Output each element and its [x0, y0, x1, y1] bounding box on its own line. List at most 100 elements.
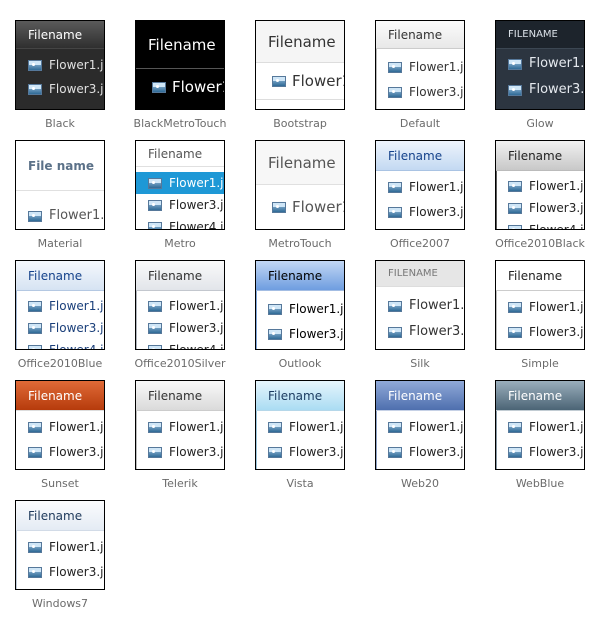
- file-row[interactable]: Flower3.jpg: [256, 322, 344, 347]
- column-header-filename[interactable]: Filename: [256, 261, 344, 291]
- image-file-icon: [148, 301, 162, 312]
- column-header-filename[interactable]: Filename: [256, 141, 344, 185]
- file-row[interactable]: Flower1.jpg: [496, 175, 584, 197]
- skin-thumbnail-office2010blue[interactable]: Filename Flower1.jpg Flower3.jpg Flower4.jp…: [15, 260, 105, 350]
- file-row[interactable]: Flower1.jpg: [256, 415, 344, 440]
- file-row[interactable]: Flower3.jpg: [376, 200, 464, 225]
- column-header-filename[interactable]: Filename: [16, 501, 104, 531]
- file-row[interactable]: Flower1.jpg: [376, 175, 464, 200]
- file-row[interactable]: Flower3.jpg: [16, 560, 104, 585]
- skin-thumbnail-silk[interactable]: FILENAME Flower1.jpg Flower3.jpg: [375, 260, 465, 350]
- skin-thumbnail-black[interactable]: Filename Flower1.jpg Flower3.jpg: [15, 20, 105, 110]
- skin-thumbnail-windows7[interactable]: Filename Flower1.jpg Flower3.jpg: [15, 500, 105, 590]
- file-row[interactable]: Flower1.jpg: [256, 297, 344, 322]
- file-row[interactable]: Flower1.jpg: [376, 293, 464, 319]
- file-row[interactable]: Flower4.jpg: [136, 339, 224, 349]
- column-header-label: Filename: [268, 33, 336, 51]
- file-row[interactable]: Flower3.jpg: [496, 440, 584, 465]
- column-header-filename[interactable]: Filename: [376, 141, 464, 171]
- skin-cell-sunset: FilenameFlower1.jpgFlower3.jpgSunset: [0, 360, 120, 490]
- column-header-filename[interactable]: Filename: [136, 261, 224, 291]
- column-header-filename[interactable]: Filename: [256, 381, 344, 411]
- column-header-filename[interactable]: Filename: [496, 381, 584, 411]
- column-header-filename[interactable]: Filename: [136, 381, 224, 411]
- skin-thumbnail-vista[interactable]: Filename Flower1.jpg Flower3.jpg: [255, 380, 345, 470]
- file-row[interactable]: Flower1.jpg: [136, 295, 224, 317]
- skin-thumbnail-blackmetrotouch[interactable]: Filename Flower1.jpg: [135, 20, 225, 110]
- file-row[interactable]: Flower3.jpg: [496, 77, 584, 103]
- file-row[interactable]: Flower1.jpg: [256, 193, 344, 221]
- skin-thumbnail-office2010black[interactable]: Filename Flower1.jpg Flower3.jpg Flower4.jp…: [495, 140, 585, 230]
- skin-thumbnail-glow[interactable]: FILENAME Flower1.jpg Flower3.jpg: [495, 20, 585, 110]
- file-row[interactable]: Flower1.jpg: [16, 53, 104, 77]
- file-row[interactable]: Flower3.jpg: [376, 80, 464, 105]
- file-row[interactable]: Flower1.jpg: [376, 415, 464, 440]
- file-row[interactable]: Flower4.jpg: [136, 216, 224, 229]
- image-file-icon: [28, 323, 42, 334]
- file-row[interactable]: Flower3.jpg: [16, 317, 104, 339]
- file-row[interactable]: Flower1.jpg: [136, 73, 224, 101]
- column-header-filename[interactable]: Filename: [496, 141, 584, 171]
- column-header-filename[interactable]: Filename: [16, 261, 104, 291]
- file-row[interactable]: Flower1.jpg: [16, 295, 104, 317]
- file-row[interactable]: Flower1.jpg: [16, 203, 104, 229]
- file-row[interactable]: Flower3.jpg: [376, 440, 464, 465]
- skin-thumbnail-office2010silver[interactable]: Filename Flower1.jpg Flower3.jpg Flower4.jp…: [135, 260, 225, 350]
- image-file-icon: [388, 301, 402, 312]
- file-row[interactable]: Flower3.jpg: [136, 194, 224, 216]
- file-name: Flower3.jpg: [49, 445, 104, 459]
- column-header-filename[interactable]: Filename: [376, 381, 464, 411]
- file-row[interactable]: Flower1.jpg: [256, 67, 344, 95]
- skin-thumbnail-telerik[interactable]: Filename Flower1.jpg Flower3.jpg: [135, 380, 225, 470]
- file-row[interactable]: Flower1.jpg: [496, 51, 584, 77]
- file-list: Flower1.jpg Flower3.jpg: [376, 55, 464, 105]
- column-header-filename[interactable]: Filename: [376, 21, 464, 49]
- column-header-filename[interactable]: Filename: [16, 21, 104, 49]
- column-header-filename[interactable]: Filename: [136, 141, 224, 167]
- skin-thumbnail-metrotouch[interactable]: Filename Flower1.jpg: [255, 140, 345, 230]
- column-header-filename[interactable]: File name: [16, 141, 104, 191]
- file-row[interactable]: Flower1.jpg: [16, 535, 104, 560]
- skin-cell-windows7: Filename Flower1.jpg Flower3.jpg Windows7: [0, 480, 120, 610]
- skin-cell-material: File nameFlower1.jpgMaterial: [0, 120, 120, 250]
- file-row[interactable]: Flower3.jpg: [256, 440, 344, 465]
- skin-thumbnail-web20[interactable]: Filename Flower1.jpg Flower3.jpg: [375, 380, 465, 470]
- column-header-filename[interactable]: FILENAME: [376, 261, 464, 287]
- skin-thumbnail-bootstrap[interactable]: Filename Flower1.jpg: [255, 20, 345, 110]
- file-row[interactable]: Flower1.jpg: [136, 172, 224, 194]
- file-row[interactable]: Flower1.jpg: [496, 415, 584, 440]
- skin-thumbnail-metro[interactable]: Filename Flower1.jpg Flower3.jpg Flower4.jp…: [135, 140, 225, 230]
- file-row[interactable]: Flower3.jpg: [16, 440, 104, 465]
- skin-thumbnail-material[interactable]: File name Flower1.jpg: [15, 140, 105, 230]
- file-row[interactable]: Flower1.jpg: [16, 415, 104, 440]
- file-row[interactable]: Flower1.jpg: [376, 55, 464, 80]
- column-header-filename[interactable]: Filename: [136, 21, 224, 69]
- skin-thumbnail-webblue[interactable]: Filename Flower1.jpg Flower3.jpg: [495, 380, 585, 470]
- column-header-filename[interactable]: FILENAME: [496, 21, 584, 49]
- skin-thumbnail-outlook[interactable]: Filename Flower1.jpg Flower3.jpg: [255, 260, 345, 350]
- file-row[interactable]: Flower3.jpg: [16, 77, 104, 101]
- column-header-filename[interactable]: Filename: [16, 381, 104, 411]
- file-row[interactable]: Flower3.jpg: [496, 197, 584, 219]
- column-header-filename[interactable]: Filename: [256, 21, 344, 63]
- file-name: Flower4.jpg: [49, 343, 104, 350]
- column-header-filename[interactable]: Filename: [496, 261, 584, 291]
- skin-cell-black: FilenameFlower1.jpgFlower3.jpgBlack: [0, 0, 120, 130]
- file-row[interactable]: Flower3.jpg: [136, 317, 224, 339]
- file-row[interactable]: Flower4.jpg: [16, 339, 104, 350]
- skin-thumbnail-office2007[interactable]: Filename Flower1.jpg Flower3.jpg: [375, 140, 465, 230]
- skin-thumbnail-simple[interactable]: Filename Flower1.jpg Flower3.jpg: [495, 260, 585, 350]
- file-row[interactable]: Flower1.jpg: [136, 415, 224, 440]
- file-name: Flower3.jpg: [529, 82, 585, 97]
- file-name: Flower3.jpg: [529, 201, 584, 215]
- file-row[interactable]: Flower3.jpg: [496, 320, 584, 345]
- file-name: Flower1.jpg: [169, 420, 224, 434]
- file-row[interactable]: Flower4.jpg: [496, 219, 584, 229]
- skin-thumbnail-default[interactable]: Filename Flower1.jpg Flower3.jpg: [375, 20, 465, 110]
- file-row[interactable]: Flower3.jpg: [136, 440, 224, 465]
- file-row[interactable]: Flower1.jpg: [496, 295, 584, 320]
- file-name: Flower1.jpg: [49, 208, 105, 223]
- skin-thumbnail-sunset[interactable]: Filename Flower1.jpg Flower3.jpg: [15, 380, 105, 470]
- image-file-icon: [152, 82, 166, 93]
- file-row[interactable]: Flower3.jpg: [376, 319, 464, 345]
